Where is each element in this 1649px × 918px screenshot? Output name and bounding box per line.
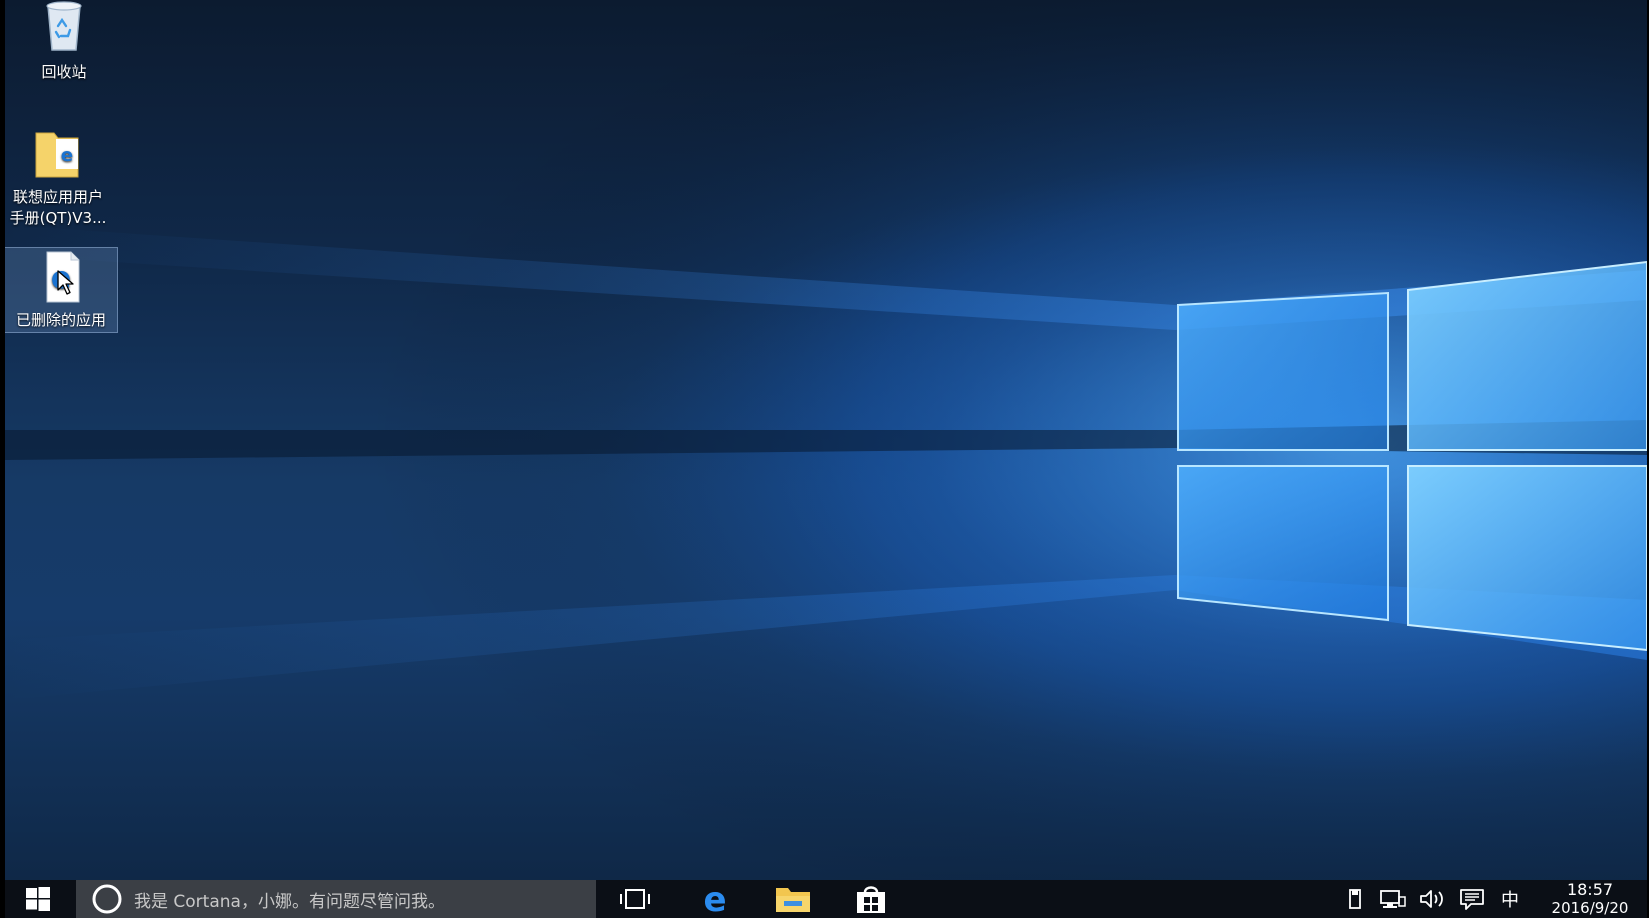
cortana-circle-icon <box>92 884 122 914</box>
deleted-apps-label: 已删除的应用 <box>15 311 106 329</box>
input-method-indicator[interactable]: 中 <box>1495 880 1525 918</box>
lenovo-manual-label-line2: 手册(QT)V3... <box>9 209 107 227</box>
volume-tray[interactable] <box>1416 880 1448 918</box>
search-placeholder: 我是 Cortana，小娜。有问题尽管问我。 <box>134 891 445 912</box>
desktop-icon-recycle-bin[interactable]: 回收站 <box>8 0 120 83</box>
desktop-icon-lenovo-manual[interactable]: e 联想应用用户 手册(QT)V3... <box>5 125 114 229</box>
usb-device-icon <box>1349 889 1361 909</box>
desktop-wallpaper[interactable]: 回收站 e 联想应用用户 手册(QT)V3... e <box>5 0 1647 880</box>
windows-logo-icon <box>26 887 50 911</box>
clock-time: 18:57 <box>1566 880 1614 899</box>
cortana-search-box[interactable]: 我是 Cortana，小娜。有问题尽管问我。 <box>76 880 596 918</box>
action-center-tray[interactable] <box>1456 880 1488 918</box>
mouse-cursor-icon <box>57 270 74 295</box>
usb-device-tray[interactable] <box>1340 880 1370 918</box>
recycle-bin-icon <box>34 0 94 60</box>
volume-icon <box>1420 890 1443 908</box>
action-center-icon <box>1460 889 1484 910</box>
svg-text:e: e <box>703 883 726 915</box>
recycle-bin-label: 回收站 <box>41 63 87 81</box>
lenovo-manual-label-line1: 联想应用用户 <box>12 188 103 206</box>
svg-text:e: e <box>61 145 73 166</box>
clock-date: 2016/9/20 <box>1551 899 1629 917</box>
folder-edge-shortcut-icon: e <box>28 125 88 185</box>
edge-browser-icon: e <box>703 883 726 915</box>
network-icon <box>1380 890 1406 908</box>
taskbar-clock[interactable]: 18:57 2016/9/20 <box>1530 880 1649 918</box>
folder-icon <box>776 888 810 912</box>
network-tray[interactable] <box>1377 880 1409 918</box>
desktop-icon-deleted-apps[interactable]: e 已删除的应用 <box>5 247 118 333</box>
task-view-icon <box>620 889 650 909</box>
task-view-button[interactable] <box>609 880 661 918</box>
windows-hero-light-graphic <box>5 0 1647 880</box>
file-explorer-taskbar-button[interactable] <box>767 880 819 918</box>
edge-taskbar-button[interactable]: e <box>689 880 741 918</box>
deleted-apps-html-icon: e <box>31 248 91 308</box>
desktop-screen: 回收站 e 联想应用用户 手册(QT)V3... e <box>0 0 1649 918</box>
store-bag-icon <box>857 886 885 913</box>
taskbar: 我是 Cortana，小娜。有问题尽管问我。 e 中 18:57 2016/9/… <box>5 880 1647 918</box>
start-button[interactable] <box>5 880 71 918</box>
store-taskbar-button[interactable] <box>845 880 897 918</box>
